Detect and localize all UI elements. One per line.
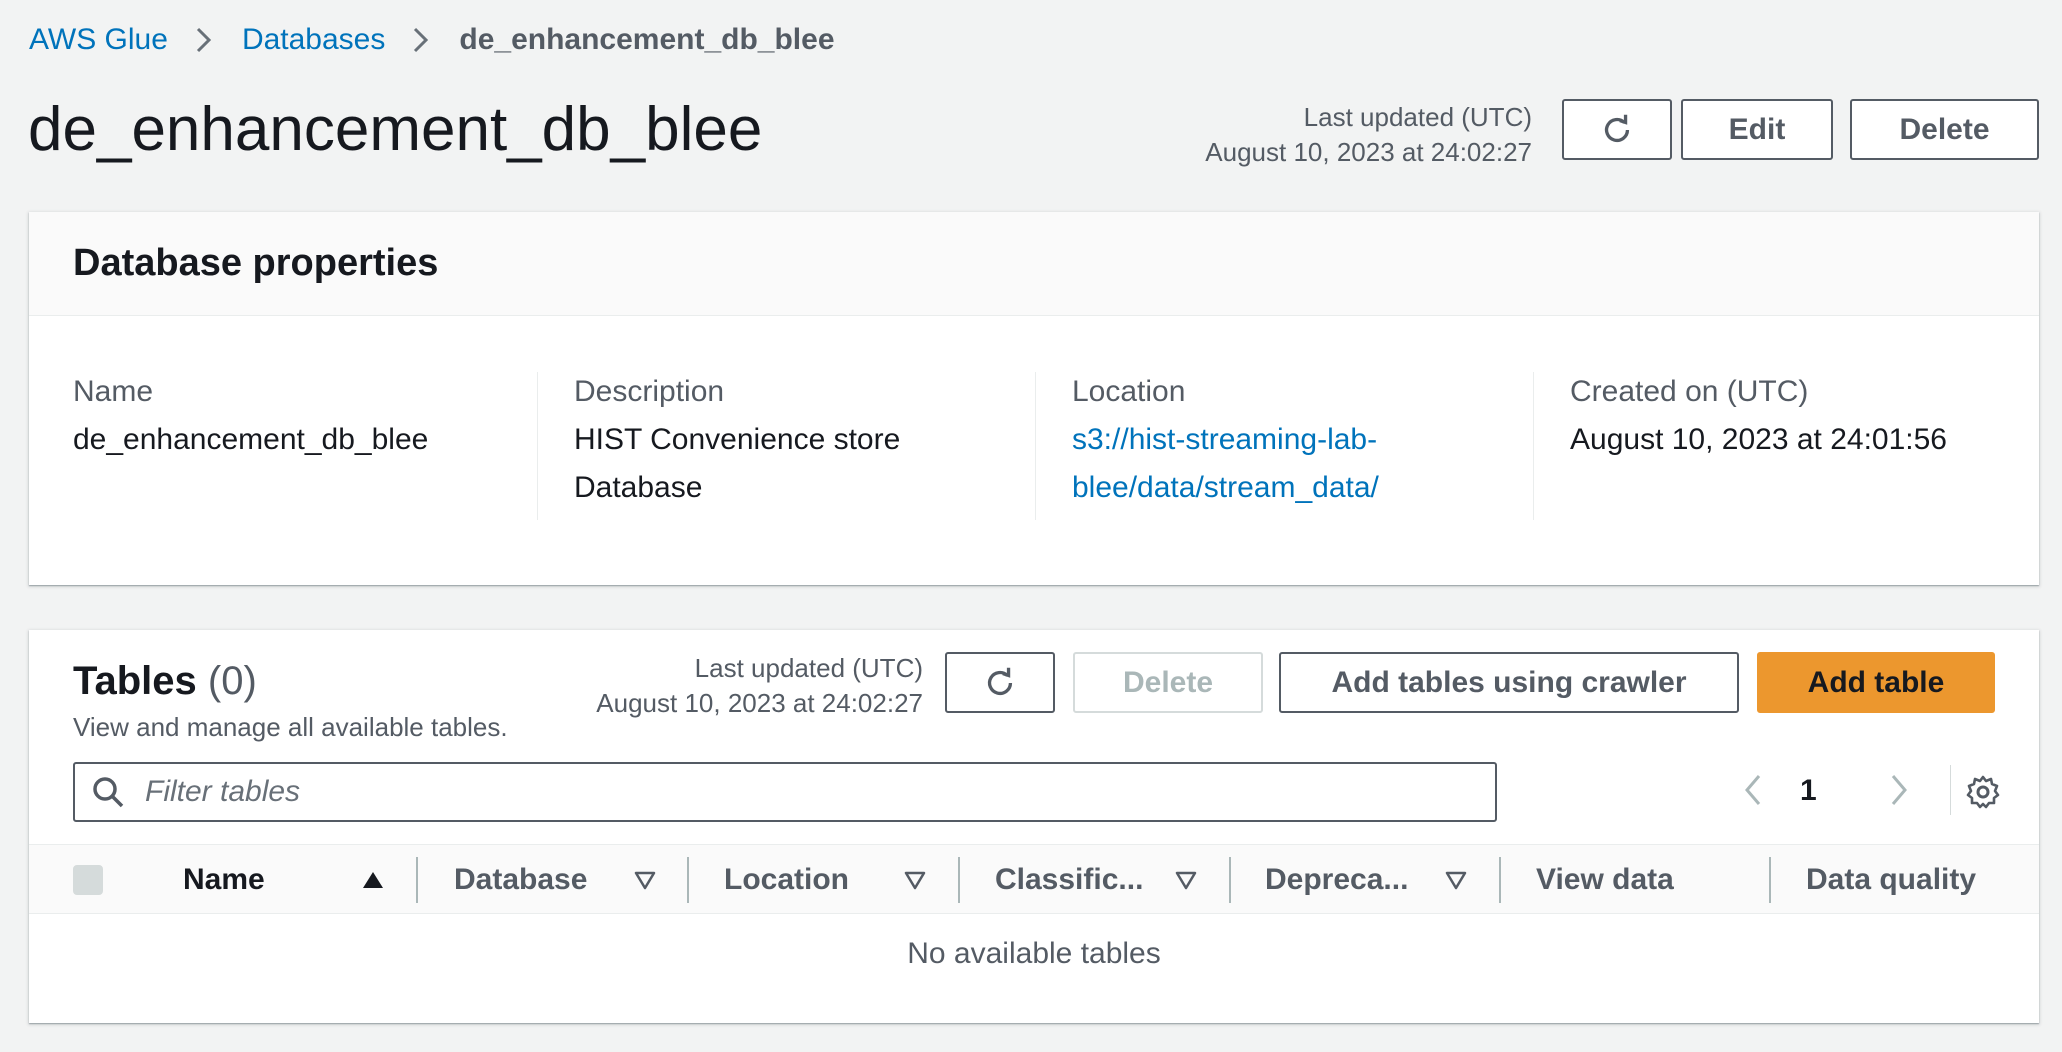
properties-grid: Name de_enhancement_db_blee Description … <box>29 372 2039 522</box>
chevron-right-icon <box>411 20 433 60</box>
breadcrumb-databases[interactable]: Databases <box>242 20 385 60</box>
property-location-label: Location <box>1072 375 1186 408</box>
chevron-left-icon <box>1745 775 1761 805</box>
property-description-value: HIST Convenience store Database <box>574 416 1035 512</box>
property-created-label: Created on (UTC) <box>1570 375 1809 408</box>
location-link[interactable]: s3://hist-streaming-lab- blee/data/strea… <box>1072 416 1533 512</box>
database-properties-panel: Database properties Name de_enhancement_… <box>29 212 2039 585</box>
delete-database-button[interactable]: Delete <box>1850 99 2039 160</box>
header-last-updated: Last updated (UTC) August 10, 2023 at 24… <box>1205 100 1532 170</box>
column-header-database[interactable]: Database <box>454 845 587 915</box>
add-table-button[interactable]: Add table <box>1757 652 1995 713</box>
column-resizer[interactable] <box>1229 857 1231 903</box>
properties-heading: Database properties <box>73 242 439 284</box>
column-resizer[interactable] <box>1499 857 1501 903</box>
column-header-name[interactable]: Name <box>183 845 265 915</box>
column-header-data-quality: Data quality <box>1806 863 1977 896</box>
breadcrumb-aws-glue[interactable]: AWS Glue <box>29 20 168 60</box>
header-refresh-button[interactable] <box>1562 99 1672 160</box>
page-title: de_enhancement_db_blee <box>28 95 763 164</box>
tables-heading: Tables (0) <box>73 655 257 707</box>
tables-panel: Tables (0) View and manage all available… <box>29 630 2039 1023</box>
properties-header: Database properties <box>29 212 2039 316</box>
property-name-value: de_enhancement_db_blee <box>73 423 429 456</box>
sort-icon[interactable] <box>903 869 927 891</box>
tables-title: Tables <box>73 659 197 703</box>
property-description: Description HIST Convenience store Datab… <box>537 372 1035 520</box>
column-header-view-data: View data <box>1536 863 1674 896</box>
search-icon <box>93 777 124 808</box>
last-updated-label: Last updated (UTC) <box>1303 102 1532 132</box>
delete-table-button[interactable]: Delete <box>1073 652 1263 713</box>
preferences-button[interactable] <box>1965 774 2001 815</box>
column-header-classification[interactable]: Classific... <box>995 845 1143 915</box>
tables-description: View and manage all available tables. <box>73 712 508 742</box>
location-line-2[interactable]: blee/data/stream_data/ <box>1072 464 1533 512</box>
breadcrumb-current: de_enhancement_db_blee <box>459 23 835 56</box>
last-updated-value: August 10, 2023 at 24:02:27 <box>1205 137 1532 167</box>
column-resizer[interactable] <box>687 857 689 903</box>
tables-last-updated: Last updated (UTC) August 10, 2023 at 24… <box>596 651 923 721</box>
add-tables-crawler-button[interactable]: Add tables using crawler <box>1279 652 1739 713</box>
page-number[interactable]: 1 <box>1800 774 1817 808</box>
property-description-label: Description <box>574 375 725 408</box>
filter-tables[interactable] <box>73 762 1497 822</box>
column-resizer[interactable] <box>958 857 960 903</box>
location-line-1[interactable]: s3://hist-streaming-lab- <box>1072 416 1533 464</box>
property-created-on: Created on (UTC) August 10, 2023 at 24:0… <box>1533 372 2033 520</box>
chevron-right-icon <box>194 20 216 60</box>
sort-icon[interactable] <box>1174 869 1198 891</box>
empty-table-message: No available tables <box>907 937 1161 970</box>
tables-last-updated-value: August 10, 2023 at 24:02:27 <box>596 688 923 718</box>
tables-count: (0) <box>207 659 257 703</box>
previous-page-button[interactable] <box>1741 772 1765 808</box>
pager-divider <box>1950 765 1951 815</box>
refresh-icon <box>987 667 1013 695</box>
chevron-right-icon <box>1891 775 1907 805</box>
property-name: Name de_enhancement_db_blee <box>73 372 543 520</box>
column-header-deprecated[interactable]: Depreca... <box>1265 845 1408 915</box>
description-line-2: Database <box>574 471 703 504</box>
breadcrumb: AWS Glue Databases de_enhancement_db_ble… <box>29 20 835 60</box>
sort-icon[interactable] <box>633 869 657 891</box>
column-header-location[interactable]: Location <box>724 845 849 915</box>
select-all-checkbox[interactable] <box>73 865 103 895</box>
edit-button[interactable]: Edit <box>1681 99 1833 160</box>
next-page-button[interactable] <box>1887 772 1911 808</box>
property-name-label: Name <box>73 375 154 408</box>
glue-database-detail-page: AWS Glue Databases de_enhancement_db_ble… <box>0 0 2062 1052</box>
property-created-value: August 10, 2023 at 24:01:56 <box>1570 423 1947 456</box>
tables-last-updated-label: Last updated (UTC) <box>694 653 923 683</box>
filter-tables-input[interactable] <box>145 767 1495 817</box>
column-resizer[interactable] <box>416 857 418 903</box>
refresh-icon <box>1604 114 1630 142</box>
property-location: Location s3://hist-streaming-lab- blee/d… <box>1035 372 1533 520</box>
description-line-1: HIST Convenience store <box>574 423 901 456</box>
tables-refresh-button[interactable] <box>945 652 1055 713</box>
sort-icon[interactable] <box>1444 869 1468 891</box>
sort-ascending-icon[interactable] <box>361 869 385 891</box>
column-resizer[interactable] <box>1769 857 1771 903</box>
table-header-row: Name Database Location Classific... Depr… <box>29 844 2039 914</box>
gear-icon <box>1966 775 2000 809</box>
